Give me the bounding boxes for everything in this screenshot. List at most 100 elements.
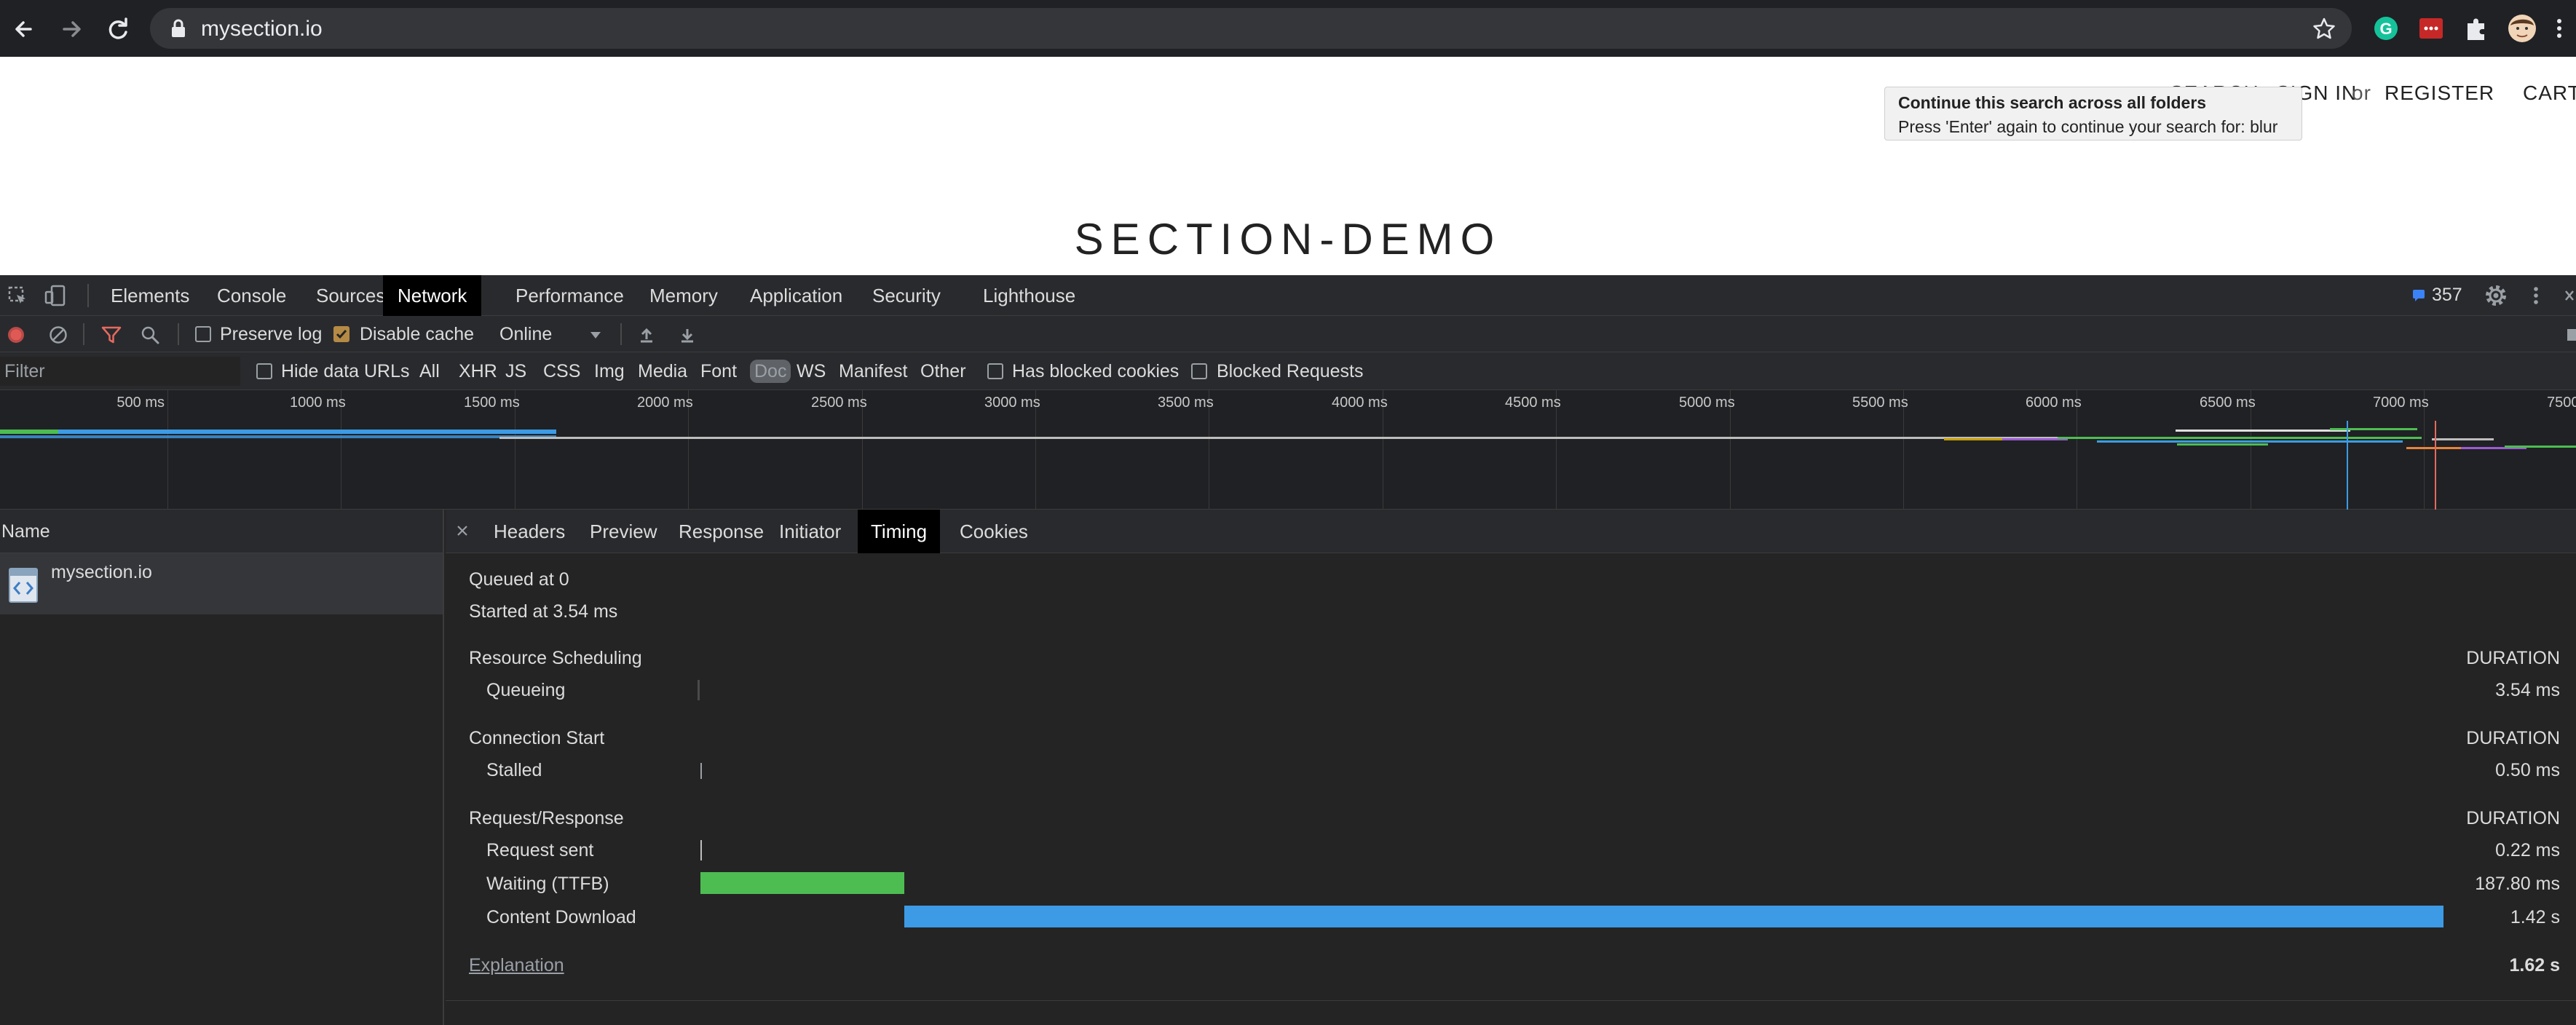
- nav-register-link[interactable]: REGISTER: [2385, 82, 2494, 105]
- disable-cache-label[interactable]: Disable cache: [360, 324, 474, 345]
- overview-tick-label: 5500 ms: [1852, 395, 1908, 411]
- tab-security[interactable]: Security: [858, 275, 955, 316]
- filter-type-js[interactable]: JS: [505, 361, 526, 382]
- devtools-tabbar: Elements Console Sources Network Performance…: [0, 275, 2576, 316]
- section-title: Request/Response: [469, 808, 624, 828]
- request-list: Name mysection.io: [0, 510, 444, 1025]
- dom-content-loaded-marker: [2347, 421, 2348, 510]
- close-devtools-icon[interactable]: [2563, 285, 2576, 306]
- timing-value: 0.50 ms: [2495, 760, 2560, 780]
- url-text[interactable]: mysection.io: [201, 17, 323, 41]
- overview-bar: [2058, 437, 2422, 439]
- star-icon[interactable]: [2312, 17, 2336, 40]
- address-bar[interactable]: mysection.io: [150, 8, 2352, 49]
- filter-icon[interactable]: [100, 325, 122, 345]
- name-column-header[interactable]: Name: [1, 521, 50, 542]
- filter-type-img[interactable]: Img: [594, 361, 625, 382]
- puzzle-icon[interactable]: [2461, 13, 2492, 44]
- tab-application[interactable]: Application: [735, 275, 857, 316]
- record-icon[interactable]: [6, 325, 26, 345]
- overview-tick-label: 3000 ms: [984, 395, 1040, 411]
- devtools-menu-icon[interactable]: [2531, 284, 2541, 307]
- search-icon[interactable]: [140, 325, 160, 345]
- avatar[interactable]: [2507, 13, 2537, 44]
- settings-gear-icon[interactable]: [2484, 284, 2508, 307]
- overview-tick-label: 2500 ms: [811, 395, 867, 411]
- export-har-icon[interactable]: [677, 325, 698, 345]
- nav-cart-link[interactable]: CART: [2523, 82, 2576, 105]
- reload-icon[interactable]: [102, 13, 134, 45]
- detail-tab-cookies[interactable]: Cookies: [947, 510, 1041, 553]
- filter-type-xhr[interactable]: XHR: [459, 361, 497, 382]
- filter-type-other[interactable]: Other: [920, 361, 966, 382]
- detail-tab-preview[interactable]: Preview: [577, 510, 670, 553]
- timing-value: 1.42 s: [2510, 907, 2560, 927]
- timing-label: Content Download: [486, 907, 636, 927]
- filter-type-manifest[interactable]: Manifest: [839, 361, 907, 382]
- filter-type-doc[interactable]: Doc: [750, 360, 791, 383]
- request-row[interactable]: mysection.io: [0, 553, 443, 614]
- hide-data-urls-checkbox[interactable]: [256, 363, 272, 379]
- preserve-log-checkbox[interactable]: [195, 326, 211, 342]
- tooltip-body: Press 'Enter' again to continue your sea…: [1898, 117, 2278, 136]
- disable-cache-checkbox[interactable]: [333, 326, 349, 342]
- duration-header: DURATION: [2466, 808, 2560, 828]
- request-details: Headers Preview Response Initiator Timing Coo…: [446, 510, 2576, 1025]
- detail-tab-response[interactable]: Response: [665, 510, 777, 553]
- detail-tab-headers[interactable]: Headers: [481, 510, 578, 553]
- messages-icon[interactable]: [2411, 288, 2426, 302]
- filter-type-ws[interactable]: WS: [797, 361, 826, 382]
- filter-input[interactable]: Filter: [0, 357, 240, 386]
- forward-icon[interactable]: [55, 13, 87, 45]
- extension-red-icon[interactable]: [2416, 13, 2446, 44]
- nav-or-text: or: [2352, 82, 2371, 104]
- preserve-log-label[interactable]: Preserve log: [220, 324, 322, 345]
- filter-type-media[interactable]: Media: [638, 361, 687, 382]
- close-details-icon[interactable]: [456, 524, 469, 537]
- grammarly-icon[interactable]: G: [2371, 13, 2401, 44]
- has-blocked-cookies-checkbox[interactable]: [987, 363, 1003, 379]
- overview-bar: [2177, 443, 2268, 446]
- timing-label: Stalled: [486, 760, 542, 780]
- network-settings-icon[interactable]: [2563, 325, 2576, 345]
- tab-elements[interactable]: Elements: [96, 275, 204, 316]
- blocked-requests-label[interactable]: Blocked Requests: [1217, 361, 1364, 382]
- filter-type-css[interactable]: CSS: [543, 361, 580, 382]
- timing-label: Waiting (TTFB): [486, 874, 609, 894]
- detail-tab-timing[interactable]: Timing: [858, 510, 941, 553]
- search-tooltip: Continue this search across all folders …: [1884, 87, 2302, 141]
- blocked-requests-checkbox[interactable]: [1191, 363, 1207, 379]
- network-overview[interactable]: 500 ms 1000 ms 1500 ms 2000 ms 2500 ms 3000 m…: [0, 390, 2576, 510]
- filter-type-all[interactable]: All: [419, 361, 440, 382]
- overview-bar: [2406, 447, 2461, 449]
- back-icon[interactable]: [9, 13, 41, 45]
- inspect-element-icon[interactable]: [7, 285, 28, 306]
- toolbar-separator: [620, 323, 622, 345]
- overview-bar: [0, 430, 58, 434]
- device-toolbar-icon[interactable]: [44, 284, 67, 307]
- tab-lighthouse[interactable]: Lighthouse: [968, 275, 1090, 316]
- detail-tab-initiator[interactable]: Initiator: [766, 510, 854, 553]
- total-duration: 1.62 s: [2509, 955, 2560, 975]
- hide-data-urls-label[interactable]: Hide data URLs: [281, 361, 409, 382]
- filter-type-font[interactable]: Font: [700, 361, 737, 382]
- queued-at: Queued at 0: [469, 569, 569, 590]
- tab-memory[interactable]: Memory: [635, 275, 732, 316]
- tooltip-title: Continue this search across all folders: [1898, 93, 2207, 112]
- import-har-icon[interactable]: [636, 325, 657, 345]
- throttle-select[interactable]: Online: [495, 322, 604, 347]
- tab-performance[interactable]: Performance: [501, 275, 639, 316]
- explanation-link[interactable]: Explanation: [469, 955, 564, 976]
- request-name[interactable]: mysection.io: [51, 562, 152, 583]
- more-icon[interactable]: [2548, 13, 2570, 44]
- browser-toolbar: mysection.io G: [0, 0, 2576, 57]
- clear-icon[interactable]: [48, 325, 68, 345]
- has-blocked-cookies-label[interactable]: Has blocked cookies: [1012, 361, 1179, 382]
- toolbar-separator: [83, 323, 84, 345]
- messages-count[interactable]: 357: [2432, 285, 2462, 306]
- devtools-panel: Elements Console Sources Network Performance…: [0, 275, 2576, 1025]
- throttle-value: Online: [499, 324, 553, 344]
- lock-icon[interactable]: [170, 19, 186, 38]
- tab-network[interactable]: Network: [383, 275, 482, 316]
- tab-console[interactable]: Console: [202, 275, 301, 316]
